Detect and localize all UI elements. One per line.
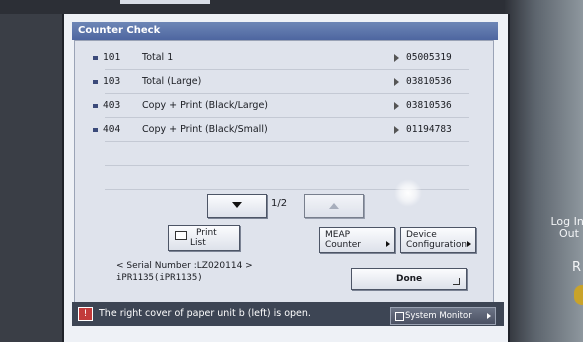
arrow-right-icon — [394, 102, 399, 110]
hardware-knob[interactable] — [574, 285, 583, 305]
counter-number: 403 — [103, 100, 121, 111]
bullet-icon — [93, 104, 98, 108]
arrow-up-icon — [329, 203, 339, 209]
scroll-up-button[interactable] — [304, 194, 364, 218]
counter-number: 101 — [103, 52, 121, 63]
scroll-down-button[interactable] — [207, 194, 267, 218]
counter-value: 03810536 — [406, 76, 452, 87]
device-side-panel — [505, 0, 583, 342]
counter-row: 404 Copy + Print (Black/Small) 01194783 — [93, 121, 479, 139]
arrow-right-icon — [394, 126, 399, 134]
screen-glare — [120, 0, 210, 4]
counter-number: 404 — [103, 124, 121, 135]
monitor-icon — [395, 312, 404, 321]
arrow-right-icon — [394, 54, 399, 62]
counter-row: 103 Total (Large) 03810536 — [93, 73, 479, 91]
warning-icon: ! — [78, 307, 93, 321]
row-divider — [105, 165, 469, 166]
arrow-right-icon — [386, 241, 390, 247]
bullet-icon — [93, 128, 98, 132]
counter-value: 03810536 — [406, 100, 452, 111]
system-monitor-button[interactable]: System Monitor — [390, 307, 496, 325]
bullet-icon — [93, 80, 98, 84]
arrow-down-icon — [232, 202, 242, 208]
bezel-top — [0, 0, 583, 14]
status-bar: ! The right cover of paper unit b (left)… — [72, 302, 504, 326]
printer-icon — [175, 231, 187, 240]
side-key-label: R — [572, 260, 582, 275]
counter-name: Total (Large) — [142, 76, 202, 87]
serial-number: < Serial Number :LZ020114 > — [116, 261, 253, 271]
counter-value: 01194783 — [406, 124, 452, 135]
status-message: The right cover of paper unit b (left) i… — [99, 308, 311, 319]
counter-number: 103 — [103, 76, 121, 87]
row-divider — [105, 141, 469, 142]
meap-counter-button[interactable]: MEAP Counter — [319, 227, 395, 253]
row-divider — [105, 69, 469, 70]
light-reflection — [394, 179, 422, 207]
touch-screen: Counter Check 101 Total 1 05005319 103 T… — [62, 14, 510, 342]
login-out-key[interactable]: Log In/ Out — [549, 216, 583, 240]
arrow-right-icon — [394, 78, 399, 86]
row-divider — [105, 93, 469, 94]
page-indicator: 1/2 — [271, 198, 288, 209]
arrow-right-icon — [487, 313, 491, 319]
counter-row: 101 Total 1 05005319 — [93, 49, 479, 67]
arrow-right-icon — [467, 241, 471, 247]
counter-row: 403 Copy + Print (Black/Large) 03810536 — [93, 97, 479, 115]
counter-value: 05005319 — [406, 52, 452, 63]
corner-icon — [453, 278, 460, 285]
model-name: iPR1135(iPR1135) — [116, 273, 203, 283]
done-button[interactable]: Done — [351, 268, 467, 290]
device-configuration-button[interactable]: Device Configuration — [400, 227, 476, 253]
counter-name: Copy + Print (Black/Large) — [142, 100, 269, 111]
counter-name: Copy + Print (Black/Small) — [142, 124, 268, 135]
counter-name: Total 1 — [142, 52, 174, 63]
print-list-button[interactable]: Print List — [168, 225, 240, 251]
window-title: Counter Check — [72, 22, 498, 40]
bullet-icon — [93, 56, 98, 60]
row-divider — [105, 117, 469, 118]
